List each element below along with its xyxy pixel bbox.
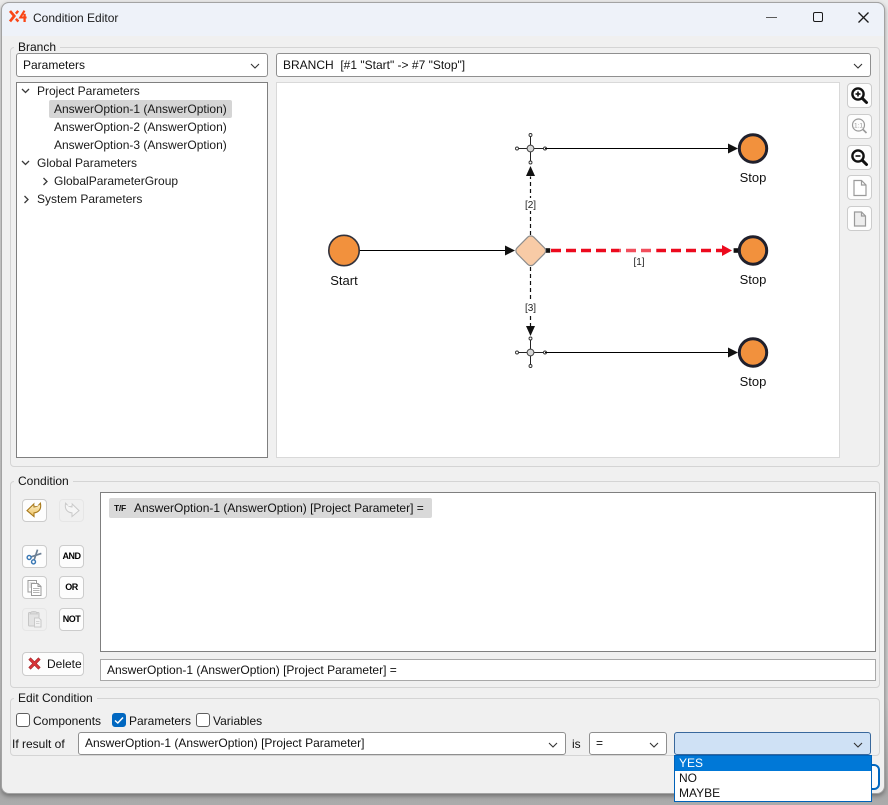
- svg-text:Stop: Stop: [740, 170, 767, 185]
- svg-text:1:1: 1:1: [854, 122, 863, 129]
- svg-text:Stop: Stop: [740, 374, 767, 389]
- svg-text:Start: Start: [330, 273, 358, 288]
- svg-text:[1]: [1]: [633, 257, 644, 268]
- svg-text:[3]: [3]: [525, 303, 536, 314]
- svg-text:[2]: [2]: [525, 200, 536, 211]
- svg-text:Stop: Stop: [740, 272, 767, 287]
